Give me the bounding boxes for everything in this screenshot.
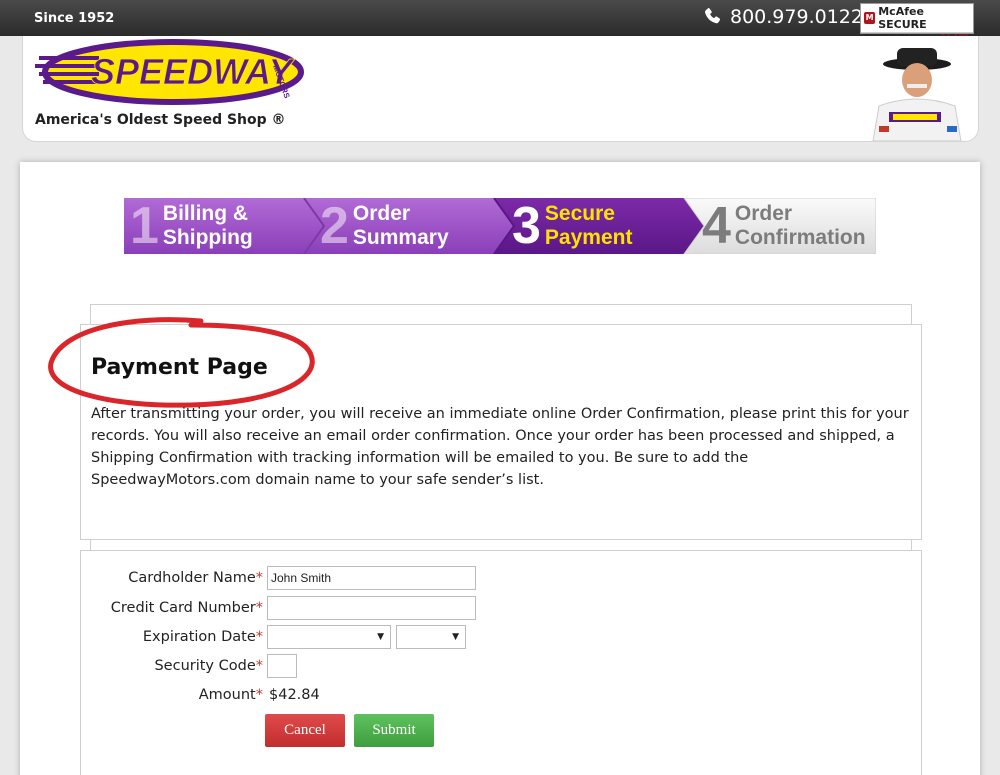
logo-text: SPEEDWAY [91,51,295,92]
phone-icon [705,8,721,24]
cardholder-label: Cardholder Name* [128,570,263,586]
step-number: 1 [130,197,159,255]
phone-number[interactable]: 800.979.0122 [702,6,863,28]
cancel-button[interactable]: Cancel [265,714,345,747]
card-number-label: Credit Card Number* [110,600,263,616]
tagline: America's Oldest Speed Shop ® [35,112,286,128]
card-number-row: Credit Card Number* [81,595,476,621]
payment-info-box: Payment Page After transmitting your ord… [48,317,922,540]
site-header: SPEEDWAY MOTORS America's Oldest Speed S… [22,36,979,142]
step-order-confirmation: 4 Order Confirmation [702,198,866,254]
card-number-input[interactable] [267,596,476,620]
checkout-steps: 1 Billing & Shipping 2 Order Summary 3 Sec… [124,198,876,254]
mcafee-badge[interactable]: M McAfee SECURE TESTED DAILY 24-APR [860,3,974,42]
security-code-input[interactable] [267,654,297,678]
security-label: Security Code* [154,658,263,674]
phone-text: 800.979.0122 [730,6,863,28]
step-label-line2: Confirmation [734,226,866,249]
step-number: 4 [702,197,731,255]
mcafee-shield-icon: M [864,12,876,24]
step-order-summary: 2 Order Summary [320,198,449,254]
step-label-line1: Order [734,202,793,225]
main-panel: 1 Billing & Shipping 2 Order Summary 3 Sec… [20,162,980,775]
mcafee-title: McAfee SECURE [878,5,927,31]
cardholder-row: Cardholder Name* [81,565,476,591]
payment-description: After transmitting your order, you will … [91,406,909,488]
page-title: Payment Page [91,355,268,380]
step-label-line1: Secure [544,202,615,225]
step-label-line2: Shipping [162,226,253,249]
step-billing-shipping: 1 Billing & Shipping [130,198,253,254]
step-label-line1: Billing & [162,202,249,225]
expiration-year-select[interactable] [396,625,466,649]
step-number: 2 [320,197,349,255]
amount-label: Amount* [198,687,263,703]
security-row: Security Code* [81,653,297,679]
step-label-line2: Payment [544,226,633,249]
step-label-line2: Summary [352,226,449,249]
expiration-row: Expiration Date* [81,624,466,650]
step-label-line1: Order [352,202,411,225]
since-text: Since 1952 [34,11,115,26]
speedway-logo[interactable]: SPEEDWAY MOTORS [33,36,305,106]
top-bar: Since 1952 800.979.0122 M McAfee SECURE … [0,0,1000,42]
step-secure-payment: 3 Secure Payment [512,198,632,254]
cardholder-name-input[interactable] [267,566,476,590]
expiration-label: Expiration Date* [142,629,263,645]
amount-row: Amount* $42.84 [81,682,320,708]
submit-button[interactable]: Submit [354,714,434,747]
amount-value: $42.84 [269,687,320,703]
step-number: 3 [512,197,541,255]
payment-form: Cardholder Name* Credit Card Number* Exp… [80,550,922,775]
expiration-month-select[interactable] [267,625,391,649]
spokesperson-photo [872,48,962,141]
